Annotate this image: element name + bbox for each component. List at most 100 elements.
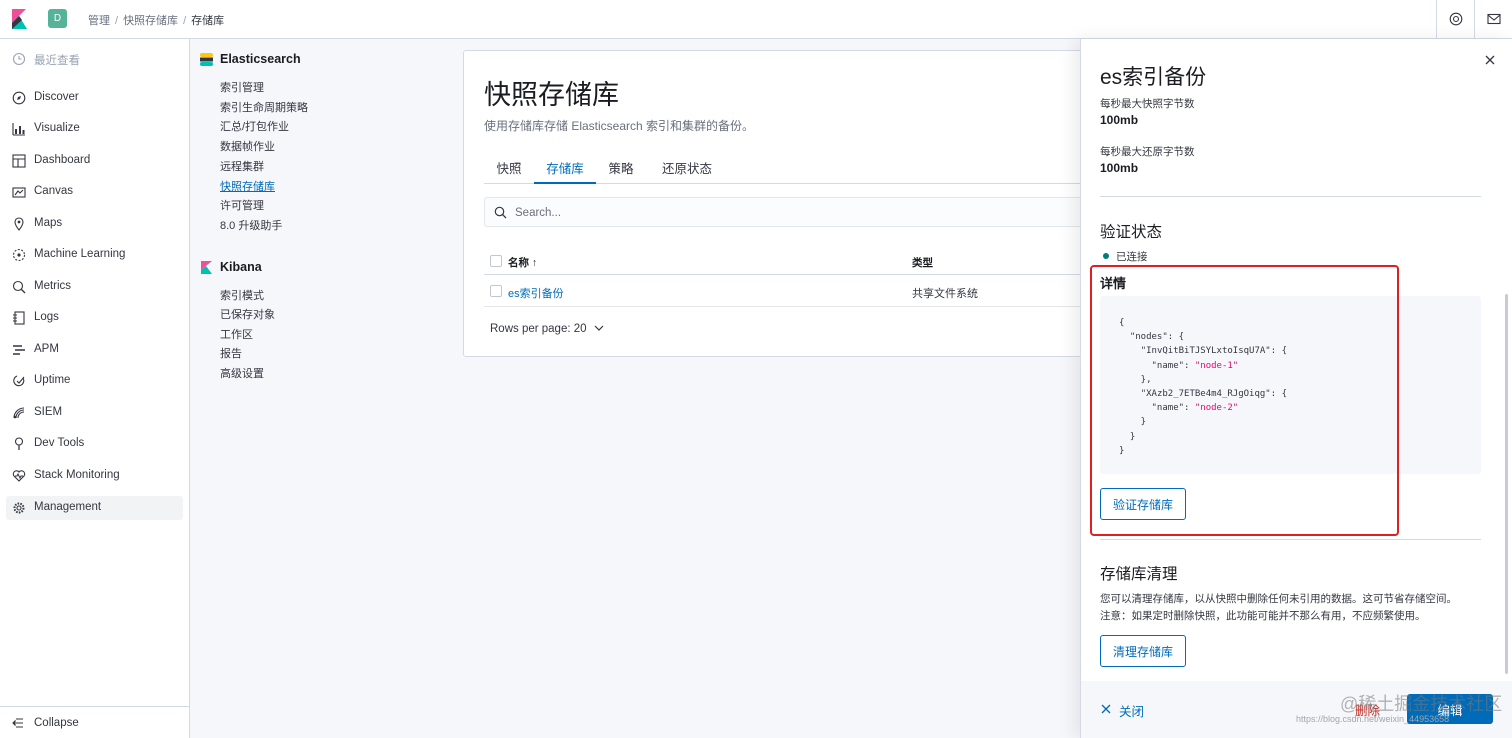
nav-label: Metrics [34, 280, 72, 292]
tab-snapshots[interactable]: 快照 [484, 147, 534, 184]
close-icon[interactable] [1484, 54, 1496, 66]
column-header-type[interactable]: 类型 [912, 255, 933, 270]
nav-label: Dashboard [34, 154, 91, 166]
link-remote-clusters[interactable]: 远程集群 [220, 158, 264, 174]
search-icon [494, 206, 507, 219]
nav-item-metrics[interactable]: Metrics [6, 275, 183, 299]
siem-icon [13, 407, 25, 419]
map-pin-icon [14, 217, 24, 231]
nav-item-logs[interactable]: Logs [6, 306, 183, 330]
breadcrumb-separator: / [115, 15, 119, 27]
nav-item-discover[interactable]: Discover [6, 86, 183, 110]
table-row: es索引备份 共享文件系统 [484, 276, 1084, 307]
space-avatar[interactable]: D [48, 9, 67, 28]
nav-label: Machine Learning [34, 248, 126, 260]
sort-arrow-icon: ↑ [531, 257, 538, 269]
link-spaces[interactable]: 工作区 [220, 326, 253, 342]
link-upgrade-assistant[interactable]: 8.0 升级助手 [220, 217, 282, 233]
kibana-logo-icon[interactable] [10, 9, 28, 29]
breadcrumb: 管理 / 快照存储库 / 存储库 [88, 12, 224, 28]
breadcrumb-snapshot-repos[interactable]: 快照存储库 [123, 15, 178, 27]
dashboard-icon [12, 154, 26, 168]
breadcrumb-management[interactable]: 管理 [88, 15, 110, 27]
canvas-icon [12, 187, 26, 198]
nav-label: Canvas [34, 185, 73, 197]
max-restore-bytes-value: 100mb [1100, 161, 1139, 175]
left-navigation: 最近查看 Discover Visualize Dashboard Canvas… [0, 39, 190, 738]
cleanup-repository-button[interactable]: 清理存储库 [1100, 635, 1187, 667]
rows-per-page-button[interactable]: Rows per page: 20 [490, 323, 604, 335]
newsfeed-button[interactable] [1474, 0, 1512, 39]
select-all-checkbox[interactable] [490, 255, 502, 267]
repository-detail-flyout: es索引备份 每秒最大快照字节数 100mb 每秒最大还原字节数 100mb 验… [1080, 39, 1512, 738]
flyout-title: es索引备份 [1100, 66, 1207, 89]
nav-item-visualize[interactable]: Visualize [6, 117, 183, 141]
details-title: 详情 [1100, 276, 1127, 291]
nav-item-stack-monitoring[interactable]: Stack Monitoring [6, 464, 183, 488]
link-license-management[interactable]: 许可管理 [220, 197, 264, 213]
link-reporting[interactable]: 报告 [220, 345, 242, 361]
link-rollup-jobs[interactable]: 汇总/打包作业 [220, 118, 289, 134]
tab-restore-status[interactable]: 还原状态 [650, 147, 724, 184]
breadcrumb-current: 存储库 [191, 15, 225, 27]
max-snapshot-bytes-label: 每秒最大快照字节数 [1100, 98, 1195, 110]
wrench-icon [14, 437, 24, 450]
tab-policies[interactable]: 策略 [596, 147, 646, 184]
nav-label: Visualize [34, 122, 80, 134]
link-saved-objects[interactable]: 已保存对象 [220, 306, 275, 322]
nav-item-canvas[interactable]: Canvas [6, 180, 183, 204]
search-input[interactable] [515, 204, 1015, 221]
repo-name-link[interactable]: es索引备份 [508, 285, 564, 301]
nav-label: Dev Tools [34, 437, 85, 449]
divider [1100, 196, 1481, 197]
details-code-block: { "nodes": { "InvQitBiTJSYLxtoIsqU7A": {… [1100, 296, 1481, 474]
link-index-management[interactable]: 索引管理 [220, 79, 264, 95]
nav-item-management[interactable]: Management [6, 496, 183, 520]
nav-label: Stack Monitoring [34, 469, 120, 481]
link-index-patterns[interactable]: 索引模式 [220, 287, 264, 303]
row-checkbox[interactable] [490, 285, 502, 297]
help-globe-icon [1449, 12, 1463, 26]
nav-collapse-label: Collapse [34, 717, 79, 729]
tab-repositories[interactable]: 存储库 [534, 147, 596, 184]
uptime-icon [13, 375, 25, 387]
nav-label: Maps [34, 217, 63, 229]
nav-label: Logs [34, 311, 59, 323]
link-ilm-policies[interactable]: 索引生命周期策略 [220, 99, 308, 115]
nav-item-uptime[interactable]: Uptime [6, 369, 183, 393]
flyout-scrollbar[interactable] [1505, 294, 1508, 674]
tab-bar: 快照 存储库 策略 还原状态 [484, 147, 1084, 184]
cleanup-description: 您可以清理存储库，以从快照中删除任何未引用的数据。这可节省存储空间。 [1100, 593, 1457, 605]
nav-item-dev-tools[interactable]: Dev Tools [6, 432, 183, 456]
nav-label: 最近查看 [34, 55, 80, 67]
link-transforms[interactable]: 数据帧作业 [220, 138, 275, 154]
nav-collapse-button[interactable]: Collapse [0, 706, 189, 738]
help-button[interactable] [1436, 0, 1474, 39]
link-snapshot-repos[interactable]: 快照存储库 [220, 178, 275, 194]
table-header: 名称 ↑ 类型 [484, 247, 1084, 275]
watermark-url: https://blog.csdn.net/weixin_44953658 [1296, 714, 1450, 724]
compass-icon [12, 91, 26, 105]
link-advanced-settings[interactable]: 高级设置 [220, 365, 264, 381]
bar-chart-icon [12, 123, 25, 136]
breadcrumb-separator: / [183, 15, 187, 27]
verify-repository-button[interactable]: 验证存储库 [1100, 488, 1187, 520]
nav-recently-viewed[interactable]: 最近查看 [6, 47, 183, 71]
search-box[interactable] [484, 197, 1084, 227]
nav-item-apm[interactable]: APM [6, 338, 183, 362]
nav-item-dashboard[interactable]: Dashboard [6, 149, 183, 173]
status-dot-icon [1103, 253, 1109, 259]
max-restore-bytes-label: 每秒最大还原字节数 [1100, 146, 1195, 158]
elasticsearch-logo-icon [200, 53, 213, 66]
watermark-brand: @稀土掘金技术社区 [1340, 694, 1503, 714]
ml-icon [12, 248, 26, 262]
repo-type: 共享文件系统 [912, 288, 978, 300]
chevron-down-icon [594, 325, 604, 331]
nav-item-maps[interactable]: Maps [6, 212, 183, 236]
nav-item-siem[interactable]: SIEM [6, 401, 183, 425]
column-header-name[interactable]: 名称 ↑ [508, 255, 537, 270]
page-title: 快照存储库 [484, 80, 619, 110]
verify-status-title: 验证状态 [1100, 224, 1163, 241]
cleanup-note: 注意：如果定时删除快照，此功能可能并不那么有用，不应频繁使用。 [1100, 610, 1426, 622]
nav-item-machine-learning[interactable]: Machine Learning [6, 243, 183, 267]
